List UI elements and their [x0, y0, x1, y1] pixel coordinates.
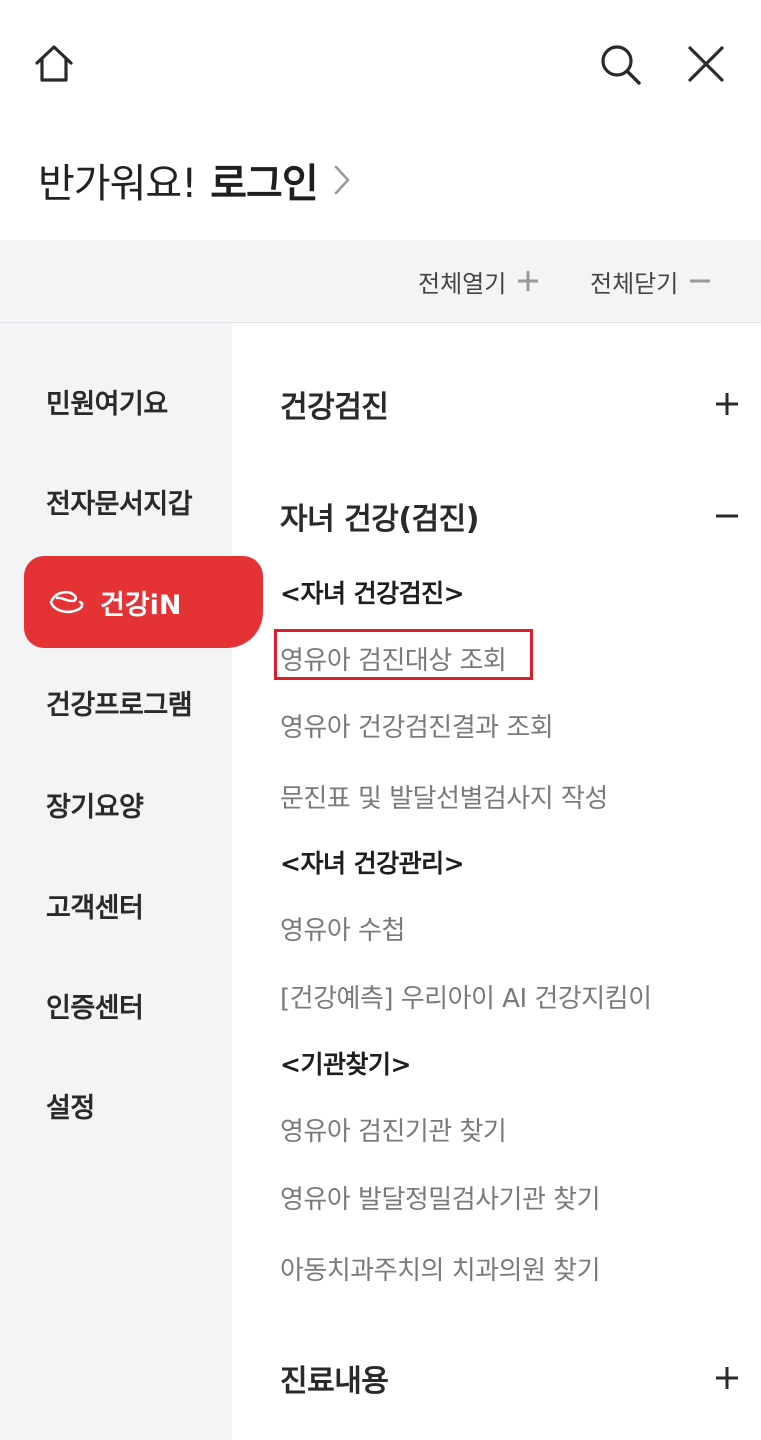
sidebar-item-customer-center[interactable]: 고객센터	[46, 875, 144, 935]
menu-link-ai-health-guardian[interactable]: [건강예측] 우리아이 AI 건강지킴이	[280, 974, 652, 1018]
collapse-all-button[interactable]: 전체닫기	[590, 240, 712, 322]
expand-all-label: 전체열기	[418, 269, 507, 298]
sidebar: 민원여기요 전자문서지갑 건강프로그램 장기요양 고객센터 인증센터 설정	[0, 323, 232, 1440]
group-heading: <자녀 건강관리>	[280, 849, 465, 878]
menu-link-infant-handbook[interactable]: 영유아 수첩	[280, 906, 405, 950]
menu-panel: 건강검진 자녀 건강(검진) <자녀 건강검진> 영유아 검진대상 조회 영유아…	[232, 323, 761, 1440]
sidebar-item-settings[interactable]: 설정	[46, 1075, 95, 1135]
menu-link-questionnaire[interactable]: 문진표 및 발달선별검사지 작성	[280, 774, 608, 818]
greeting-text: 반가워요!	[38, 161, 197, 207]
section-health-checkup[interactable]: 건강검진	[280, 374, 740, 434]
health-in-icon	[48, 588, 86, 616]
top-bar	[0, 0, 761, 130]
search-icon[interactable]	[598, 42, 644, 92]
login-link[interactable]: 로그인	[210, 151, 318, 209]
menu-link-infant-checkup-eligibility[interactable]: 영유아 검진대상 조회	[280, 636, 507, 680]
menu-link-find-development-institution[interactable]: 영유아 발달정밀검사기관 찾기	[280, 1175, 601, 1219]
sidebar-item-e-document-wallet[interactable]: 전자문서지갑	[46, 471, 193, 531]
section-title: 진료내용	[280, 1364, 389, 1399]
menu-link-infant-checkup-results[interactable]: 영유아 건강검진결과 조회	[280, 703, 554, 747]
greeting-row[interactable]: 반가워요! 로그인	[38, 150, 352, 210]
group-heading: <자녀 건강검진>	[280, 579, 465, 608]
expand-collapse-bar: 전체열기 전체닫기	[0, 240, 761, 323]
collapse-all-label: 전체닫기	[590, 269, 679, 298]
section-title: 자녀 건강(검진)	[280, 502, 479, 537]
section-child-health[interactable]: 자녀 건강(검진)	[280, 486, 740, 546]
sidebar-item-label: 건강iN	[100, 589, 182, 621]
sidebar-item-certification-center[interactable]: 인증센터	[46, 975, 144, 1035]
plus-icon	[516, 269, 540, 293]
section-treatment-details[interactable]: 진료내용	[280, 1348, 740, 1408]
menu-link-find-dental-clinic[interactable]: 아동치과주치의 치과의원 찾기	[280, 1246, 601, 1290]
chevron-right-icon	[332, 163, 352, 197]
plus-icon	[714, 1365, 740, 1391]
minus-icon	[714, 503, 740, 529]
sidebar-item-civil-service[interactable]: 민원여기요	[46, 371, 168, 431]
home-icon[interactable]	[32, 42, 76, 90]
close-icon[interactable]	[686, 44, 726, 88]
sidebar-item-long-term-care[interactable]: 장기요양	[46, 774, 144, 834]
section-title: 건강검진	[280, 390, 389, 425]
plus-icon	[714, 391, 740, 417]
sidebar-item-health-program[interactable]: 건강프로그램	[46, 672, 193, 732]
menu-link-find-checkup-institution[interactable]: 영유아 검진기관 찾기	[280, 1107, 507, 1151]
minus-icon	[688, 269, 712, 293]
expand-all-button[interactable]: 전체열기	[418, 240, 540, 322]
group-heading: <기관찾기>	[280, 1050, 411, 1079]
sidebar-item-health-in[interactable]: 건강iN	[24, 556, 263, 648]
